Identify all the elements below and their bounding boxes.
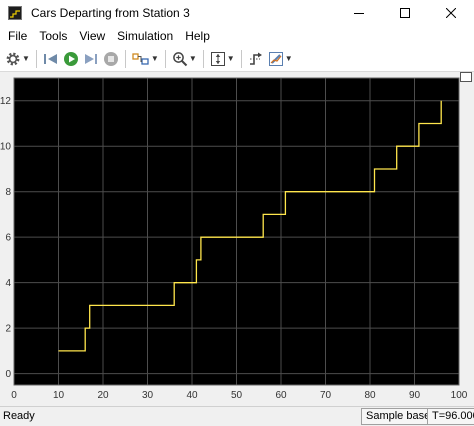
style-button[interactable]: ▼ <box>266 48 295 70</box>
step-forward-button[interactable] <box>81 48 101 70</box>
close-icon <box>446 8 456 18</box>
status-bar: Ready Sample based T=96.000 <box>0 406 474 426</box>
toolbar: ▼ ▼ ▼ ▼ ▼ <box>0 46 474 72</box>
x-tick-label: 50 <box>231 390 243 401</box>
menu-bar: File Tools View Simulation Help <box>0 26 474 46</box>
y-tick-label: 4 <box>5 278 11 289</box>
toolbar-separator <box>164 49 166 68</box>
highlight-block-button[interactable]: ▼ <box>130 48 161 70</box>
x-tick-label: 40 <box>186 390 198 401</box>
play-icon <box>63 51 78 66</box>
minimize-button[interactable] <box>336 0 382 26</box>
highlight-dropdown-icon[interactable]: ▼ <box>151 54 159 63</box>
step-back-icon <box>43 53 57 64</box>
scale-dropdown-icon[interactable]: ▼ <box>227 54 235 63</box>
gear-icon <box>6 52 20 65</box>
x-tick-label: 60 <box>275 390 287 401</box>
x-tick-label: 70 <box>320 390 332 401</box>
scope-display: 0 10 20 30 40 50 60 70 80 90 100 0 2 4 6 8 10 12 <box>0 72 474 404</box>
toolbar-separator <box>202 49 204 68</box>
zoom-button[interactable]: ▼ <box>170 48 199 70</box>
x-tick-label: 100 <box>451 390 468 401</box>
maximize-icon <box>400 8 410 18</box>
settings-button[interactable]: ▼ <box>3 48 32 70</box>
close-button[interactable] <box>428 0 474 26</box>
triggers-button[interactable] <box>246 48 266 70</box>
menu-simulation[interactable]: Simulation <box>111 26 179 46</box>
paintbrush-icon <box>268 51 283 66</box>
maximize-button[interactable] <box>382 0 428 26</box>
x-tick-label: 80 <box>364 390 376 401</box>
status-time: T=96.000 <box>427 408 474 425</box>
window-title: Cars Departing from Station 3 <box>31 6 190 20</box>
style-dropdown-icon[interactable]: ▼ <box>285 54 293 63</box>
scope-app-icon <box>8 6 22 20</box>
settings-dropdown-icon[interactable]: ▼ <box>22 54 30 63</box>
toolbar-separator <box>35 49 37 68</box>
toolbar-separator <box>124 49 126 68</box>
toolbar-separator <box>240 49 242 68</box>
stop-icon <box>103 51 118 66</box>
y-tick-label: 6 <box>5 233 11 244</box>
step-back-button[interactable] <box>41 48 61 70</box>
title-bar: Cars Departing from Station 3 <box>0 0 474 26</box>
menu-view[interactable]: View <box>73 26 111 46</box>
run-button[interactable] <box>61 48 81 70</box>
plot-axes[interactable]: 0 10 20 30 40 50 60 70 80 90 100 0 2 4 6 8 10 12 <box>0 72 474 404</box>
scale-axes-button[interactable]: ▼ <box>208 48 237 70</box>
x-tick-label: 0 <box>11 390 17 401</box>
minimize-icon <box>354 13 364 14</box>
menu-file[interactable]: File <box>2 26 33 46</box>
status-ready: Ready <box>3 410 35 422</box>
autoscale-icon <box>210 51 225 66</box>
x-tick-label: 30 <box>142 390 154 401</box>
x-tick-label: 20 <box>97 390 109 401</box>
zoom-in-icon <box>172 51 188 66</box>
step-forward-icon <box>84 53 97 64</box>
y-tick-label: 10 <box>0 142 11 153</box>
y-tick-label: 0 <box>5 369 11 380</box>
x-tick-label: 90 <box>409 390 421 401</box>
y-tick-label: 2 <box>5 324 11 335</box>
y-tick-label: 12 <box>0 96 11 107</box>
zoom-dropdown-icon[interactable]: ▼ <box>189 54 197 63</box>
menu-tools[interactable]: Tools <box>33 26 73 46</box>
highlight-block-icon <box>132 52 149 65</box>
stop-button[interactable] <box>101 48 121 70</box>
trigger-icon <box>249 52 262 65</box>
y-tick-label: 8 <box>5 187 11 198</box>
x-tick-label: 10 <box>53 390 65 401</box>
menu-help[interactable]: Help <box>179 26 216 46</box>
